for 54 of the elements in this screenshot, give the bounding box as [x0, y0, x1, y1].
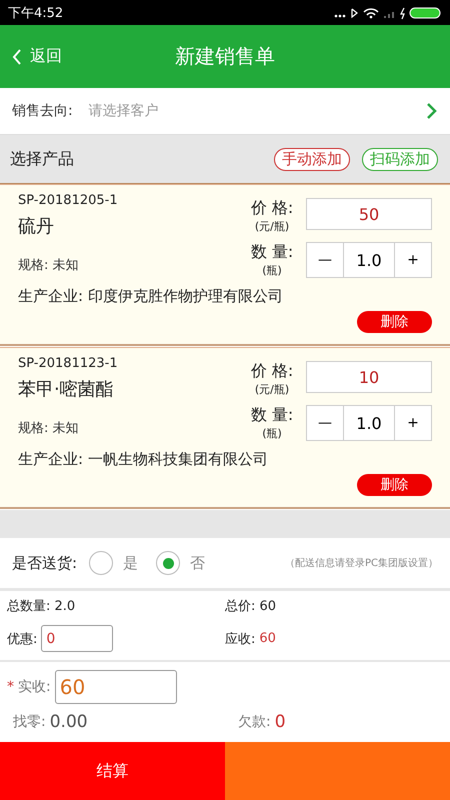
quantity-label: 数 量:: [250, 405, 294, 426]
customer-label: 销售去向:: [12, 102, 73, 120]
total-price: 总价: 60: [225, 598, 278, 615]
receivable-label: 应收:: [225, 630, 256, 648]
quantity-unit: (瓶): [262, 426, 282, 441]
paid-label: 实收:: [18, 678, 51, 696]
radio-label: 否: [190, 554, 206, 572]
paid-field[interactable]: 60: [54, 670, 177, 704]
debt-value: 0: [274, 712, 286, 732]
quantity-unit: (瓶): [262, 263, 282, 278]
page-title: 新建销售单: [175, 43, 275, 70]
radio-label: 是: [123, 554, 138, 572]
checkout-button[interactable]: 结算: [0, 742, 225, 800]
change-value: 0.00: [50, 712, 88, 732]
status-time: 下午4:52: [8, 4, 64, 22]
radio-button[interactable]: [156, 551, 180, 575]
wifi-icon: [363, 8, 379, 18]
debt-label: 欠款:: [238, 713, 271, 731]
receivable-value: 60: [259, 631, 276, 646]
radio-button[interactable]: [89, 551, 114, 575]
section-title: 选择产品: [10, 148, 74, 170]
price-label: 价 格:: [250, 198, 294, 219]
price-unit: (元/瓶): [254, 219, 290, 234]
quantity-label: 数 量:: [250, 242, 294, 263]
delete-button[interactable]: 删除: [357, 311, 432, 333]
manufacturer-text: 生产企业: 一帆生物科技集团有限公司: [18, 450, 269, 470]
discount-label: 优惠:: [7, 630, 38, 648]
charging-icon: [400, 7, 405, 19]
manufacturer-text: 生产企业: 印度伊克胜作物护理有限公司: [18, 287, 284, 307]
change-label: 找零:: [13, 713, 46, 731]
discount-field[interactable]: 0: [41, 625, 114, 652]
battery-icon: [410, 7, 440, 18]
action-button[interactable]: [225, 742, 450, 800]
customer-placeholder: 请选择客户: [88, 102, 160, 120]
delivery-note: （配送信息请登录PC集团版设置）: [284, 556, 438, 570]
price-field[interactable]: 50: [306, 198, 432, 230]
delivery-label: 是否送货:: [12, 554, 78, 572]
total-quantity: 总数量: 2.0: [7, 598, 76, 615]
price-label: 价 格:: [250, 361, 294, 382]
product-name: 硫丹: [18, 215, 55, 238]
more-icon: [334, 14, 346, 17]
chevron-right-icon: [426, 102, 438, 120]
required-mark: *: [7, 679, 14, 695]
product-code: SP-20181205-1: [18, 193, 119, 208]
price-field[interactable]: 10: [306, 361, 432, 393]
price-unit: (元/瓶): [254, 382, 290, 397]
product-name: 苯甲·嘧菌酯: [18, 378, 115, 401]
product-code: SP-20181123-1: [18, 356, 119, 371]
back-icon: [12, 48, 22, 66]
product-spec: 规格: 未知: [18, 420, 80, 437]
product-spec: 规格: 未知: [18, 257, 80, 274]
add-button[interactable]: 手动添加: [274, 148, 350, 170]
signal-icon: [384, 12, 394, 18]
delete-button[interactable]: 删除: [357, 474, 432, 496]
